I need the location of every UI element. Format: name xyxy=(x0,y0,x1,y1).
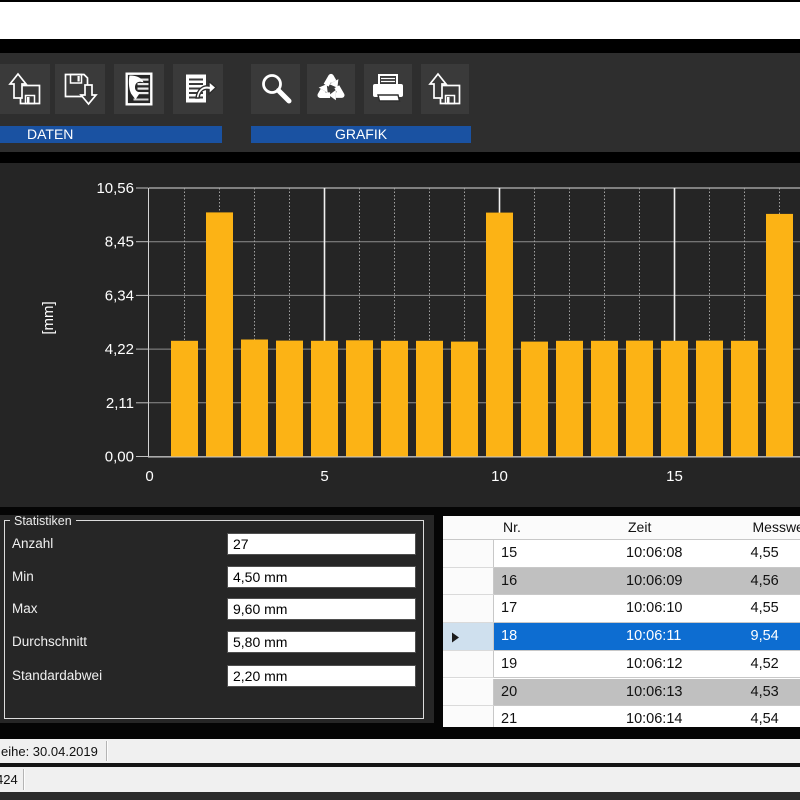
svg-text:0,00: 0,00 xyxy=(105,449,134,466)
svg-text:0: 0 xyxy=(145,468,153,485)
svg-text:[mm]: [mm] xyxy=(40,301,57,334)
svg-text:8,45: 8,45 xyxy=(105,234,134,251)
svg-text:10: 10 xyxy=(491,468,508,485)
svg-text:4,22: 4,22 xyxy=(105,341,134,358)
svg-text:6,34: 6,34 xyxy=(105,287,134,304)
svg-text:5: 5 xyxy=(320,468,328,485)
svg-text:10,56: 10,56 xyxy=(96,180,134,197)
svg-text:15: 15 xyxy=(666,468,683,485)
svg-text:2,11: 2,11 xyxy=(106,395,134,412)
